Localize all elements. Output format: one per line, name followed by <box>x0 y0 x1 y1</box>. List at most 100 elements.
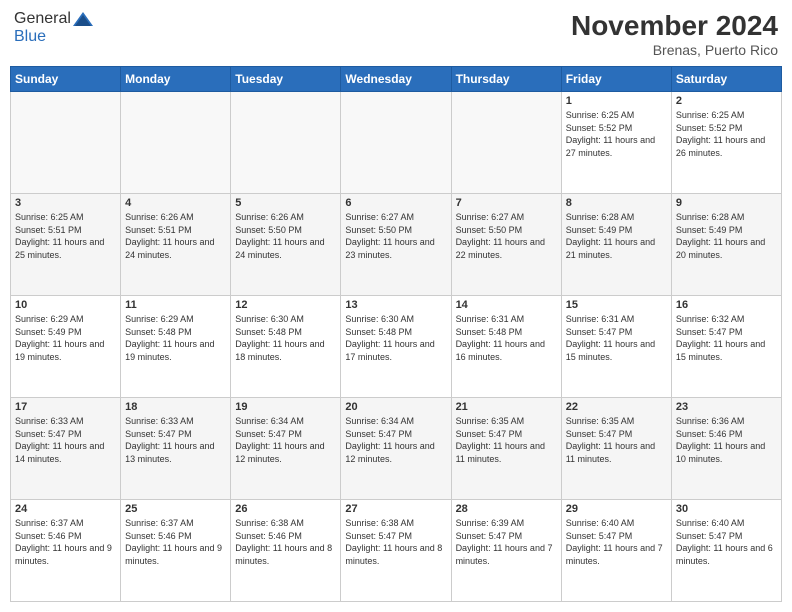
day-info: Sunrise: 6:30 AM Sunset: 5:48 PM Dayligh… <box>235 313 336 363</box>
day-info: Sunrise: 6:35 AM Sunset: 5:47 PM Dayligh… <box>566 415 667 465</box>
day-number: 13 <box>345 299 446 311</box>
table-row <box>451 92 561 194</box>
day-number: 29 <box>566 503 667 515</box>
day-info: Sunrise: 6:35 AM Sunset: 5:47 PM Dayligh… <box>456 415 557 465</box>
table-row: 20Sunrise: 6:34 AM Sunset: 5:47 PM Dayli… <box>341 398 451 500</box>
day-info: Sunrise: 6:34 AM Sunset: 5:47 PM Dayligh… <box>235 415 336 465</box>
table-row <box>11 92 121 194</box>
table-row: 18Sunrise: 6:33 AM Sunset: 5:47 PM Dayli… <box>121 398 231 500</box>
day-number: 25 <box>125 503 226 515</box>
calendar-week-row: 24 Sunrise: 6:37 AM Sunset: 5:46 PM Dayli… <box>11 500 782 602</box>
day-number: 5 <box>235 197 336 209</box>
table-row: 29 Sunrise: 6:40 AM Sunset: 5:47 PM Dayli… <box>561 500 671 602</box>
calendar-week-row: 1 Sunrise: 6:25 AM Sunset: 5:52 PM Daylig… <box>11 92 782 194</box>
day-info: Sunrise: 6:28 AM Sunset: 5:49 PM Dayligh… <box>566 211 667 261</box>
table-row: 10Sunrise: 6:29 AM Sunset: 5:49 PM Dayli… <box>11 296 121 398</box>
table-row: 14Sunrise: 6:31 AM Sunset: 5:48 PM Dayli… <box>451 296 561 398</box>
day-number: 28 <box>456 503 557 515</box>
day-number: 22 <box>566 401 667 413</box>
day-number: 1 <box>566 95 667 107</box>
day-number: 11 <box>125 299 226 311</box>
day-number: 3 <box>15 197 116 209</box>
day-info: Sunrise: 6:40 AM Sunset: 5:47 PM Dayligh… <box>566 517 667 567</box>
day-number: 10 <box>15 299 116 311</box>
table-row <box>341 92 451 194</box>
table-row: 21 Sunrise: 6:35 AM Sunset: 5:47 PM Dayli… <box>451 398 561 500</box>
logo-blue-text: Blue <box>14 28 46 46</box>
header-tuesday: Tuesday <box>231 67 341 92</box>
logo: General Blue <box>14 10 93 46</box>
table-row: 8 Sunrise: 6:28 AM Sunset: 5:49 PM Daylig… <box>561 194 671 296</box>
logo-general-text: General <box>14 10 71 28</box>
day-info: Sunrise: 6:40 AM Sunset: 5:47 PM Dayligh… <box>676 517 777 567</box>
page: General Blue November 2024 Brenas, Puert… <box>0 0 792 612</box>
day-info: Sunrise: 6:38 AM Sunset: 5:46 PM Dayligh… <box>235 517 336 567</box>
day-number: 2 <box>676 95 777 107</box>
month-title: November 2024 <box>571 10 778 42</box>
day-number: 7 <box>456 197 557 209</box>
day-info: Sunrise: 6:37 AM Sunset: 5:46 PM Dayligh… <box>15 517 116 567</box>
day-info: Sunrise: 6:30 AM Sunset: 5:48 PM Dayligh… <box>345 313 446 363</box>
day-info: Sunrise: 6:29 AM Sunset: 5:48 PM Dayligh… <box>125 313 226 363</box>
table-row <box>121 92 231 194</box>
table-row: 5 Sunrise: 6:26 AM Sunset: 5:50 PM Daylig… <box>231 194 341 296</box>
day-number: 26 <box>235 503 336 515</box>
day-number: 6 <box>345 197 446 209</box>
logo-icon <box>73 12 93 26</box>
day-number: 8 <box>566 197 667 209</box>
day-number: 23 <box>676 401 777 413</box>
table-row: 13 Sunrise: 6:30 AM Sunset: 5:48 PM Dayli… <box>341 296 451 398</box>
day-info: Sunrise: 6:25 AM Sunset: 5:51 PM Dayligh… <box>15 211 116 261</box>
day-info: Sunrise: 6:32 AM Sunset: 5:47 PM Dayligh… <box>676 313 777 363</box>
header-wednesday: Wednesday <box>341 67 451 92</box>
table-row: 16Sunrise: 6:32 AM Sunset: 5:47 PM Dayli… <box>671 296 781 398</box>
header-saturday: Saturday <box>671 67 781 92</box>
table-row: 30 Sunrise: 6:40 AM Sunset: 5:47 PM Dayli… <box>671 500 781 602</box>
table-row: 19 Sunrise: 6:34 AM Sunset: 5:47 PM Dayli… <box>231 398 341 500</box>
calendar-week-row: 10Sunrise: 6:29 AM Sunset: 5:49 PM Dayli… <box>11 296 782 398</box>
day-info: Sunrise: 6:31 AM Sunset: 5:48 PM Dayligh… <box>456 313 557 363</box>
header-thursday: Thursday <box>451 67 561 92</box>
location: Brenas, Puerto Rico <box>571 42 778 58</box>
table-row: 15Sunrise: 6:31 AM Sunset: 5:47 PM Dayli… <box>561 296 671 398</box>
table-row: 28 Sunrise: 6:39 AM Sunset: 5:47 PM Dayli… <box>451 500 561 602</box>
day-info: Sunrise: 6:39 AM Sunset: 5:47 PM Dayligh… <box>456 517 557 567</box>
day-info: Sunrise: 6:26 AM Sunset: 5:51 PM Dayligh… <box>125 211 226 261</box>
day-number: 20 <box>345 401 446 413</box>
table-row: 25Sunrise: 6:37 AM Sunset: 5:46 PM Dayli… <box>121 500 231 602</box>
header: General Blue November 2024 Brenas, Puert… <box>10 10 782 58</box>
table-row: 4Sunrise: 6:26 AM Sunset: 5:51 PM Daylig… <box>121 194 231 296</box>
day-info: Sunrise: 6:27 AM Sunset: 5:50 PM Dayligh… <box>456 211 557 261</box>
table-row: 22 Sunrise: 6:35 AM Sunset: 5:47 PM Dayli… <box>561 398 671 500</box>
calendar-header-row: Sunday Monday Tuesday Wednesday Thursday… <box>11 67 782 92</box>
day-number: 21 <box>456 401 557 413</box>
day-number: 19 <box>235 401 336 413</box>
day-number: 12 <box>235 299 336 311</box>
table-row: 3 Sunrise: 6:25 AM Sunset: 5:51 PM Daylig… <box>11 194 121 296</box>
day-info: Sunrise: 6:27 AM Sunset: 5:50 PM Dayligh… <box>345 211 446 261</box>
table-row <box>231 92 341 194</box>
header-sunday: Sunday <box>11 67 121 92</box>
header-monday: Monday <box>121 67 231 92</box>
table-row: 11 Sunrise: 6:29 AM Sunset: 5:48 PM Dayli… <box>121 296 231 398</box>
calendar-week-row: 3 Sunrise: 6:25 AM Sunset: 5:51 PM Daylig… <box>11 194 782 296</box>
day-number: 15 <box>566 299 667 311</box>
header-friday: Friday <box>561 67 671 92</box>
table-row: 1 Sunrise: 6:25 AM Sunset: 5:52 PM Daylig… <box>561 92 671 194</box>
table-row: 17Sunrise: 6:33 AM Sunset: 5:47 PM Dayli… <box>11 398 121 500</box>
day-number: 24 <box>15 503 116 515</box>
table-row: 24 Sunrise: 6:37 AM Sunset: 5:46 PM Dayli… <box>11 500 121 602</box>
calendar-table: Sunday Monday Tuesday Wednesday Thursday… <box>10 66 782 602</box>
table-row: 23 Sunrise: 6:36 AM Sunset: 5:46 PM Dayli… <box>671 398 781 500</box>
day-info: Sunrise: 6:26 AM Sunset: 5:50 PM Dayligh… <box>235 211 336 261</box>
day-info: Sunrise: 6:28 AM Sunset: 5:49 PM Dayligh… <box>676 211 777 261</box>
table-row: 2 Sunrise: 6:25 AM Sunset: 5:52 PM Daylig… <box>671 92 781 194</box>
day-info: Sunrise: 6:36 AM Sunset: 5:46 PM Dayligh… <box>676 415 777 465</box>
table-row: 26 Sunrise: 6:38 AM Sunset: 5:46 PM Dayli… <box>231 500 341 602</box>
table-row: 7 Sunrise: 6:27 AM Sunset: 5:50 PM Daylig… <box>451 194 561 296</box>
table-row: 9Sunrise: 6:28 AM Sunset: 5:49 PM Daylig… <box>671 194 781 296</box>
day-number: 27 <box>345 503 446 515</box>
day-number: 30 <box>676 503 777 515</box>
day-info: Sunrise: 6:25 AM Sunset: 5:52 PM Dayligh… <box>566 109 667 159</box>
day-info: Sunrise: 6:25 AM Sunset: 5:52 PM Dayligh… <box>676 109 777 159</box>
